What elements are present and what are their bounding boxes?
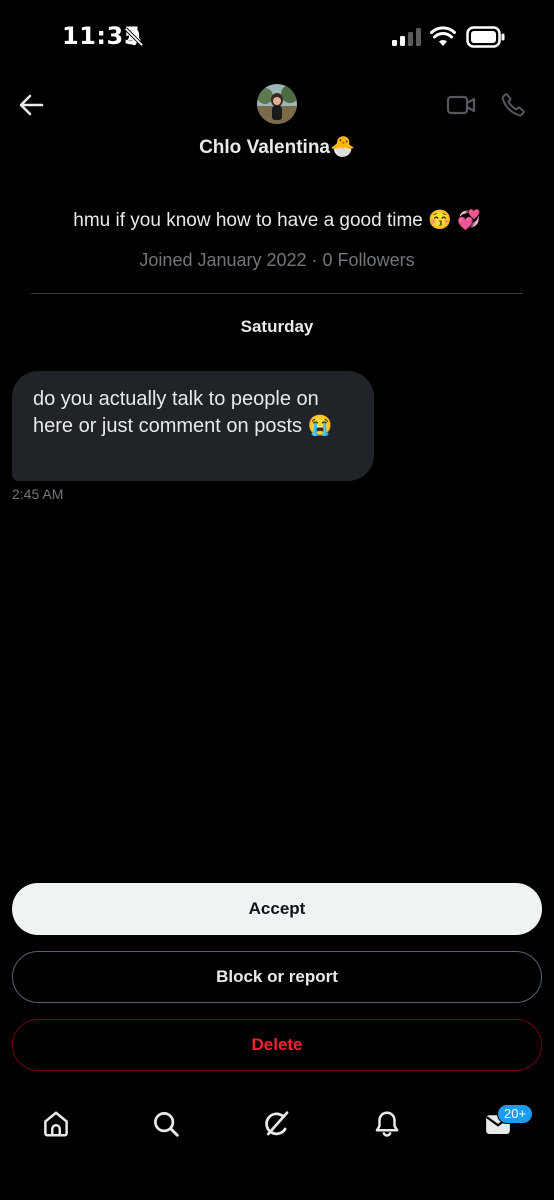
divider	[31, 293, 523, 294]
profile-meta: Joined January 2022 · 0 Followers	[139, 250, 415, 270]
home-icon	[44, 1111, 68, 1137]
nav-notifications[interactable]	[370, 1107, 404, 1141]
bottom-nav	[0, 1095, 554, 1155]
profile-bio: hmu if you know how to have a good time …	[73, 210, 481, 231]
profile-name-emoji: 🐣	[330, 136, 355, 158]
accept-button[interactable]: Accept	[12, 883, 542, 935]
bell-off-icon	[124, 27, 144, 47]
battery-icon	[466, 26, 505, 48]
search-icon	[154, 1112, 179, 1137]
delete-button[interactable]: Delete	[12, 1019, 542, 1071]
avatar[interactable]	[257, 84, 297, 124]
block-or-report-button[interactable]: Block or report	[12, 951, 542, 1003]
messages-badge: 20+	[497, 1104, 534, 1124]
message-bubble[interactable]: do you actually talk to people on here o…	[12, 371, 374, 481]
nav-search[interactable]	[149, 1107, 183, 1141]
day-separator: Saturday	[240, 317, 314, 336]
avatar-image	[257, 84, 297, 124]
nav-grok[interactable]	[260, 1107, 294, 1141]
status-bar: 11:35	[0, 0, 554, 70]
nav-home[interactable]	[39, 1107, 73, 1141]
back-arrow-icon[interactable]	[18, 92, 44, 118]
phone-call-icon[interactable]	[500, 92, 526, 118]
signal-icon	[392, 28, 421, 46]
notifications-icon	[375, 1111, 399, 1137]
message-timestamp: 2:45 AM	[12, 486, 64, 502]
grok-icon	[265, 1111, 289, 1136]
wifi-icon	[430, 26, 456, 46]
profile-name[interactable]: Chlo Valentina🐣	[0, 134, 554, 159]
profile-name-text: Chlo Valentina	[199, 137, 330, 158]
video-call-icon[interactable]	[446, 93, 476, 117]
